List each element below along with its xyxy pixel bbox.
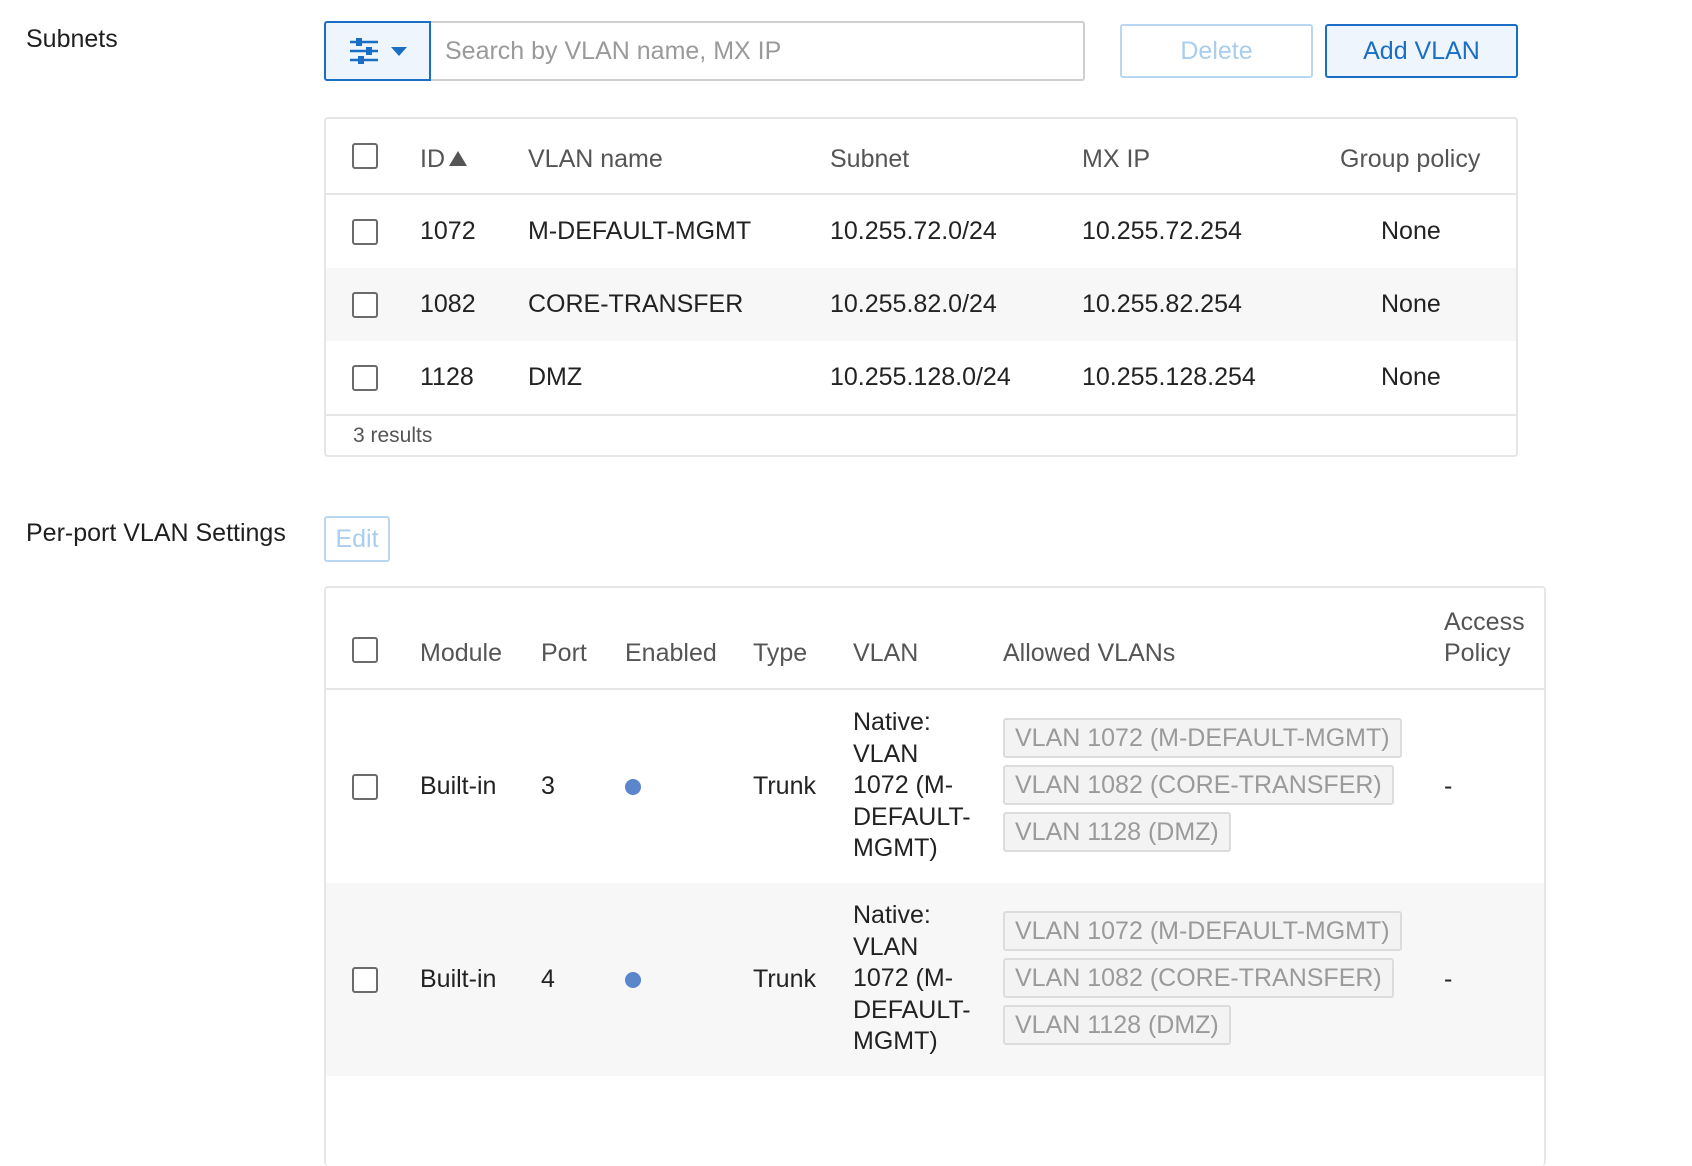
subnets-section-label: Subnets [26,25,118,53]
row-checkbox[interactable] [352,219,378,245]
per-port-section-label: Per-port VLAN Settings [26,519,286,547]
allowed-vlan-tag: VLAN 1128 (DMZ) [1003,812,1231,852]
port-access-policy: - [1444,965,1453,993]
vlan-subnet: 10.255.72.0/24 [830,217,997,245]
port-native-vlan: Native: VLAN 1072 (M- DEFAULT- MGMT) [853,901,971,1055]
column-header-id[interactable]: ID [420,145,467,174]
table-header: Module Port Enabled Type VLAN Allowed VL… [326,588,1544,688]
vlan-subnet: 10.255.128.0/24 [830,363,1011,391]
row-checkbox[interactable] [352,292,378,318]
allowed-vlan-tag: VLAN 1128 (DMZ) [1003,1005,1231,1045]
port-type: Trunk [753,965,816,993]
vlan-mx-ip: 10.255.128.254 [1082,363,1256,391]
column-header-enabled[interactable]: Enabled [625,639,717,668]
vlan-name: M-DEFAULT-MGMT [528,217,752,245]
vlan-mx-ip: 10.255.72.254 [1082,217,1242,245]
table-row[interactable]: 1082 CORE-TRANSFER 10.255.82.0/24 10.255… [326,268,1516,341]
vlan-group-policy: None [1381,290,1441,318]
column-header-access-policy[interactable]: Access Policy [1444,607,1525,669]
allowed-vlan-tag: VLAN 1072 (M-DEFAULT-MGMT) [1003,718,1402,758]
vlan-name: CORE-TRANSFER [528,290,744,318]
vlan-id: 1072 [420,217,476,245]
table-row[interactable]: Built-in 4 Trunk Native: VLAN 1072 (M- D… [326,883,1544,1076]
column-header-group-policy[interactable]: Group policy [1340,145,1480,174]
vlan-group-policy: None [1381,217,1441,245]
table-header: ID VLAN name Subnet MX IP Group policy [326,119,1516,193]
table-row[interactable]: 1072 M-DEFAULT-MGMT 10.255.72.0/24 10.25… [326,195,1516,268]
delete-button[interactable]: Delete [1120,24,1313,78]
column-header-subnet[interactable]: Subnet [830,145,909,174]
add-vlan-button[interactable]: Add VLAN [1325,24,1518,78]
vlan-id: 1082 [420,290,476,318]
row-checkbox[interactable] [352,967,378,993]
port-native-vlan: Native: VLAN 1072 (M- DEFAULT- MGMT) [853,708,971,862]
per-port-vlan-table: Module Port Enabled Type VLAN Allowed VL… [324,586,1546,1166]
port-module: Built-in [420,772,497,800]
vlan-name: DMZ [528,363,583,391]
vlan-subnet: 10.255.82.0/24 [830,290,997,318]
column-header-vlan[interactable]: VLAN [853,639,918,668]
row-checkbox[interactable] [352,774,378,800]
caret-down-icon [390,47,407,56]
sliders-icon [349,38,378,64]
select-all-checkbox[interactable] [352,637,378,663]
status-dot-icon [625,779,641,795]
allowed-vlan-tag: VLAN 1082 (CORE-TRANSFER) [1003,958,1394,998]
table-row[interactable]: Built-in 3 Trunk Native: VLAN 1072 (M- D… [326,690,1544,883]
port-module: Built-in [420,965,497,993]
filter-dropdown-button[interactable] [324,21,431,81]
port-number: 4 [541,965,555,993]
vlan-mx-ip: 10.255.82.254 [1082,290,1242,318]
row-checkbox[interactable] [352,365,378,391]
column-header-vlan-name[interactable]: VLAN name [528,145,663,174]
vlan-search-input[interactable] [431,21,1085,81]
port-type: Trunk [753,772,816,800]
column-header-allowed-vlans[interactable]: Allowed VLANs [1003,639,1175,668]
column-header-module[interactable]: Module [420,639,502,668]
column-header-type[interactable]: Type [753,639,807,668]
results-count: 3 results [353,424,433,447]
column-header-mx-ip[interactable]: MX IP [1082,145,1150,174]
edit-button[interactable]: Edit [324,516,390,562]
column-header-port[interactable]: Port [541,639,587,668]
port-number: 3 [541,772,555,800]
vlan-id: 1128 [420,363,474,391]
status-dot-icon [625,972,641,988]
subnets-table: ID VLAN name Subnet MX IP Group policy 1… [324,117,1518,457]
allowed-vlan-tag: VLAN 1082 (CORE-TRANSFER) [1003,765,1394,805]
table-row[interactable]: 1128 DMZ 10.255.128.0/24 10.255.128.254 … [326,341,1516,414]
port-access-policy: - [1444,772,1453,800]
vlan-group-policy: None [1381,363,1441,391]
sort-ascending-icon [449,151,467,166]
footer-divider [326,414,1516,416]
select-all-checkbox[interactable] [352,143,378,169]
allowed-vlan-tag: VLAN 1072 (M-DEFAULT-MGMT) [1003,911,1402,951]
